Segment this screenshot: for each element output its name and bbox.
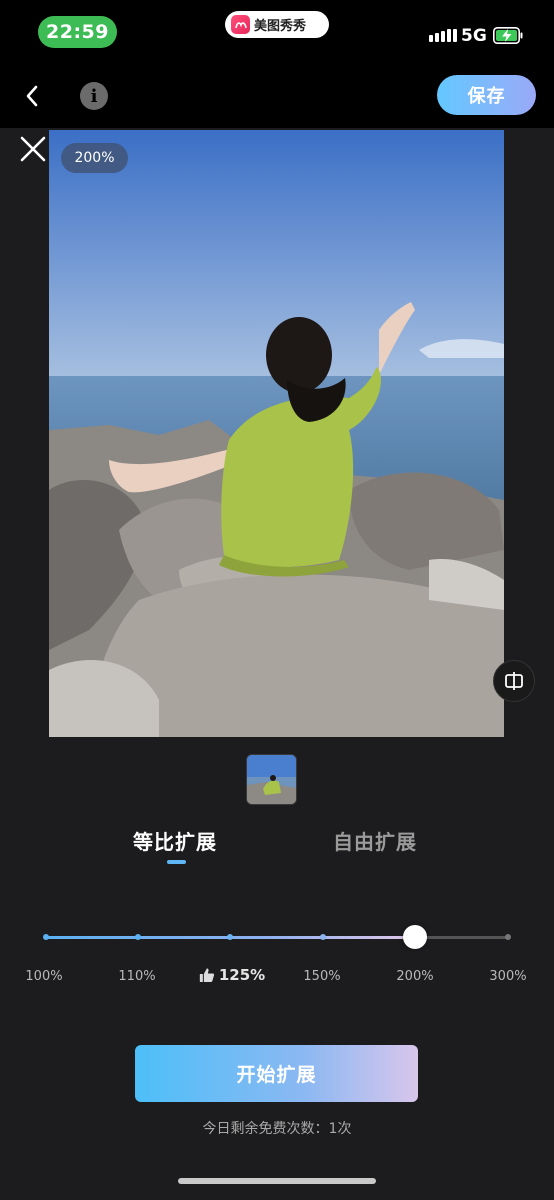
info-button[interactable]: i bbox=[80, 82, 108, 110]
tab-proportional[interactable]: 等比扩展 bbox=[133, 826, 217, 855]
slider-stop-dot[interactable] bbox=[135, 934, 141, 940]
free-quota-text: 今日剩余免费次数：1次 bbox=[202, 1121, 352, 1137]
chevron-left-icon bbox=[26, 85, 38, 107]
slider-stop-dot[interactable] bbox=[227, 934, 233, 940]
zoom-badge: 200% bbox=[61, 143, 128, 173]
slider-label: 200% bbox=[396, 969, 434, 984]
slider-stop-dot[interactable] bbox=[320, 934, 326, 940]
home-indicator[interactable] bbox=[178, 1178, 376, 1184]
compare-button[interactable] bbox=[493, 660, 535, 702]
start-expand-button[interactable]: 开始扩展 bbox=[135, 1045, 418, 1102]
slider-label: 110% bbox=[118, 969, 156, 984]
battery-charging-icon bbox=[493, 27, 523, 44]
slider-stop-dot[interactable] bbox=[505, 934, 511, 940]
compare-icon bbox=[505, 672, 523, 690]
photo-thumbnail[interactable] bbox=[246, 754, 297, 805]
tab-free[interactable]: 自由扩展 bbox=[333, 826, 417, 855]
network-type: 5G bbox=[461, 26, 487, 46]
app-badge[interactable]: 美图秀秀 bbox=[225, 11, 329, 38]
tab-active-indicator bbox=[167, 860, 186, 864]
slider-stop-dot[interactable] bbox=[43, 934, 49, 940]
signal-bars-icon bbox=[429, 29, 457, 42]
photo-preview[interactable] bbox=[49, 130, 504, 737]
thumbs-up-icon bbox=[199, 968, 215, 982]
thumbnail-illustration bbox=[247, 755, 296, 804]
save-button[interactable]: 保存 bbox=[437, 75, 536, 115]
close-icon[interactable] bbox=[18, 134, 48, 164]
back-button[interactable] bbox=[16, 80, 48, 112]
scale-slider[interactable] bbox=[43, 934, 511, 940]
slider-label: 100% bbox=[25, 969, 63, 984]
slider-label-recommended: 125% bbox=[199, 966, 265, 984]
photo-illustration bbox=[49, 130, 504, 737]
slider-thumb[interactable] bbox=[403, 925, 427, 949]
meitu-logo-icon bbox=[231, 15, 250, 34]
info-icon: i bbox=[90, 85, 98, 107]
status-time: 22:59 bbox=[38, 16, 117, 48]
slider-label: 150% bbox=[303, 969, 341, 984]
slider-label: 300% bbox=[489, 969, 527, 984]
screen: 22:59 美图秀秀 5G i 保存 200% 等比扩展 自由扩展 100% 1… bbox=[0, 0, 554, 1200]
recommended-value: 125% bbox=[218, 966, 266, 984]
app-badge-label: 美图秀秀 bbox=[254, 19, 307, 34]
